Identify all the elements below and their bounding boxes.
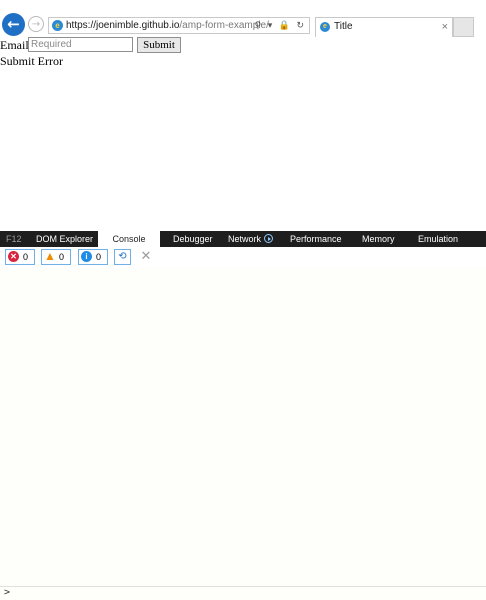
close-tab-icon[interactable]: × [442, 18, 448, 36]
email-field[interactable] [28, 37, 133, 52]
error-icon: ✕ [8, 251, 19, 262]
clear-console-button[interactable]: ✕ [139, 249, 153, 265]
warning-icon: ▲ [44, 249, 56, 263]
tab-title: Title [334, 21, 353, 32]
tab-console[interactable]: Console [98, 231, 160, 247]
console-output[interactable] [0, 268, 486, 586]
page-content: Email Submit Submit Error [0, 36, 486, 231]
devtools-f12-label: F12 [6, 234, 22, 244]
url-host: https://joenimble.github.io [66, 20, 180, 31]
tab-network-label: Network [228, 234, 262, 244]
close-icon: ✕ [140, 249, 152, 264]
submit-button[interactable]: Submit [137, 37, 181, 53]
console-toolbar: ✕ 0 ▲ 0 i 0 ⟲ ✕ [0, 247, 486, 269]
arrow-left-icon: ← [7, 15, 20, 33]
ie-site-icon: e [52, 20, 63, 31]
play-icon [264, 234, 274, 244]
tab-memory[interactable]: Memory [362, 231, 395, 247]
forward-button[interactable]: → [28, 16, 44, 32]
devtools-tab-bar: F12 DOM Explorer Console Debugger Networ… [0, 231, 486, 247]
tab-debugger[interactable]: Debugger [173, 231, 213, 247]
messages-filter-button[interactable]: i 0 [78, 249, 108, 265]
arrow-right-icon: → [31, 19, 41, 30]
tab-dom-explorer[interactable]: DOM Explorer [36, 231, 93, 247]
submit-error-message: Submit Error [0, 54, 63, 68]
browser-chrome: ← → e https://joenimble.github.io/amp-fo… [0, 0, 486, 37]
errors-count: 0 [23, 252, 29, 262]
info-icon: i [81, 251, 92, 262]
search-lock-refresh-icons[interactable]: ⚲ ▾ 🔒 ↻ [255, 18, 306, 33]
chevron-right-icon: > [4, 587, 11, 598]
tab-network[interactable]: Network [228, 231, 274, 247]
new-tab-button[interactable] [453, 17, 474, 37]
console-input[interactable]: > [0, 586, 486, 600]
browser-tab[interactable]: e Title × [315, 17, 453, 37]
warnings-filter-button[interactable]: ▲ 0 [41, 249, 71, 265]
ie-tab-icon: e [320, 22, 330, 32]
tab-emulation[interactable]: Emulation [418, 231, 458, 247]
clear-on-navigate-icon: ⟲ [118, 251, 127, 262]
errors-filter-button[interactable]: ✕ 0 [5, 249, 35, 265]
address-bar[interactable]: e https://joenimble.github.io/amp-form-e… [48, 17, 310, 34]
warnings-count: 0 [59, 252, 65, 262]
tab-performance[interactable]: Performance [290, 231, 342, 247]
messages-count: 0 [96, 252, 102, 262]
url-text[interactable]: https://joenimble.github.io/amp-form-exa… [66, 18, 269, 33]
clear-on-navigate-button[interactable]: ⟲ [114, 249, 131, 265]
back-button[interactable]: ← [2, 13, 25, 36]
email-label: Email [0, 38, 29, 52]
